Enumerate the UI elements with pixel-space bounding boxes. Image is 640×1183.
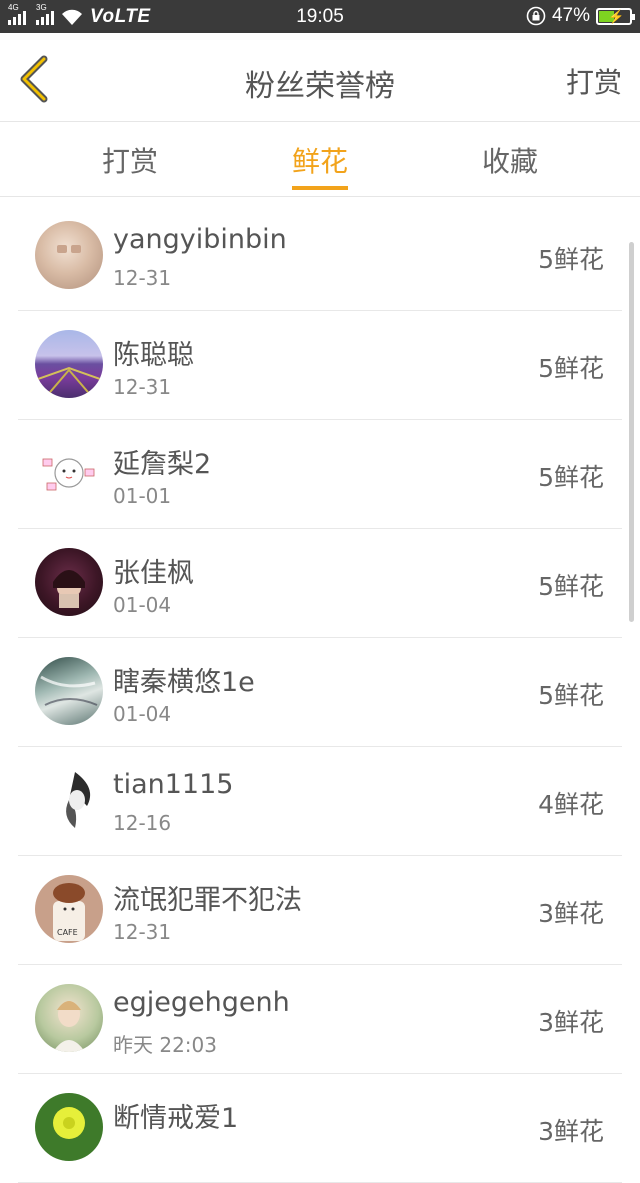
avatar [35,657,103,725]
user-name: yangyibinbin [113,224,287,255]
date: 12-31 [113,266,172,290]
scrollbar[interactable] [629,242,634,622]
reward-button[interactable]: 打赏 [566,61,622,101]
rotation-lock-icon [526,6,546,26]
date: 12-31 [113,375,172,399]
list-item[interactable]: yangyibinbin 12-31 5鲜花 [18,202,622,311]
date: 01-01 [113,484,172,508]
user-name: egjegehgenh [113,987,290,1018]
svg-text:CAFE: CAFE [57,928,78,937]
tab-label: 收藏 [481,145,538,178]
battery-icon: ⚡ [596,7,635,25]
fan-ranking-list: yangyibinbin 12-31 5鲜花 陈聪聪 12-31 5鲜花 延詹梨… [18,202,622,1183]
flower-count: 5鲜花 [538,681,604,710]
avatar: CAFE [35,875,103,943]
flower-count: 3鲜花 [538,899,604,928]
avatar [35,330,103,398]
tab-label: 打赏 [101,145,158,178]
flower-count: 3鲜花 [538,1008,604,1037]
flower-count: 3鲜花 [538,1117,604,1146]
list-item[interactable]: 延詹梨2 01-01 5鲜花 [18,420,622,529]
date: 12-31 [113,920,172,944]
list-item[interactable]: 断情戒爱1 3鲜花 [18,1074,622,1183]
user-name: 瞎秦横悠1e [113,667,255,698]
tab-favorites[interactable]: 收藏 [440,140,580,196]
avatar [35,221,103,289]
date: 01-04 [113,702,172,726]
tab-bar: 打赏 鲜花 收藏 [0,122,640,197]
flower-count: 5鲜花 [538,463,604,492]
list-item[interactable]: egjegehgenh 昨天 22:03 3鲜花 [18,965,622,1074]
date: 12-16 [113,811,172,835]
avatar [35,548,103,616]
status-bar: 4G 3G VoLTE 19:05 47% ⚡ [0,0,640,33]
tab-label: 鲜花 [291,145,348,178]
list-item[interactable]: 张佳枫 01-04 5鲜花 [18,529,622,638]
list-item[interactable]: tian1115 12-16 4鲜花 [18,747,622,856]
tab-reward[interactable]: 打赏 [60,140,200,196]
user-name: 延詹梨2 [113,449,212,480]
list-item[interactable]: CAFE 流氓犯罪不犯法 12-31 3鲜花 [18,856,622,965]
avatar [35,1093,103,1161]
tab-active-indicator [292,186,348,190]
user-name: 陈聪聪 [113,340,194,371]
list-item[interactable]: 瞎秦横悠1e 01-04 5鲜花 [18,638,622,747]
date: 昨天 22:03 [113,1033,217,1057]
user-name: 流氓犯罪不犯法 [113,885,302,916]
flower-count: 5鲜花 [538,354,604,383]
page-title: 粉丝荣誉榜 [245,69,395,104]
flower-count: 5鲜花 [538,245,604,274]
avatar [35,766,103,834]
user-name: 断情戒爱1 [113,1103,239,1134]
avatar [35,984,103,1052]
app-header: 粉丝荣誉榜 打赏 [0,33,640,122]
user-name: 张佳枫 [113,558,194,589]
flower-count: 5鲜花 [538,572,604,601]
user-name: tian1115 [113,769,234,800]
avatar [35,439,103,507]
flower-count: 4鲜花 [538,790,604,819]
date: 01-04 [113,593,172,617]
list-item[interactable]: 陈聪聪 12-31 5鲜花 [18,311,622,420]
battery-percent: 47% [551,5,590,26]
tab-flowers[interactable]: 鲜花 [250,140,390,196]
